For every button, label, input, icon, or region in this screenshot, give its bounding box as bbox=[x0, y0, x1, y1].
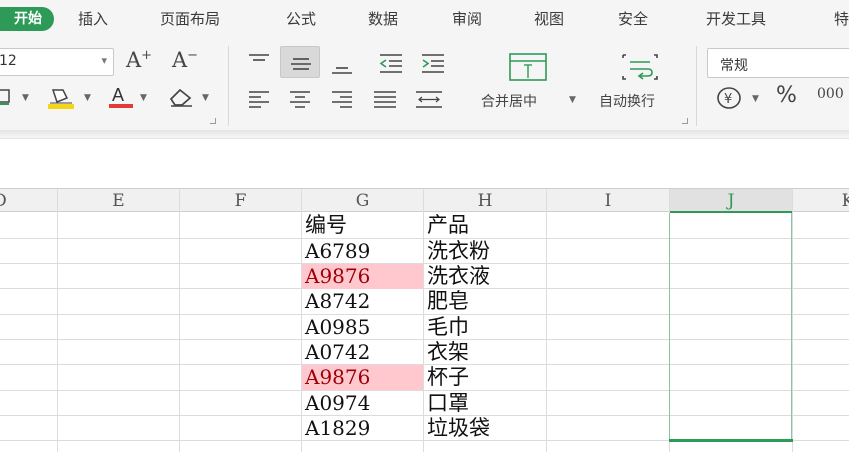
column-header-e[interactable]: E bbox=[58, 191, 179, 211]
font-size-field[interactable]: 12 ▾ bbox=[0, 48, 114, 76]
fill-color-dropdown-icon[interactable]: ▼ bbox=[84, 93, 91, 103]
align-center-icon[interactable] bbox=[280, 82, 320, 114]
code-cell[interactable]: A6789 bbox=[302, 239, 423, 264]
number-format-value: 常规 bbox=[720, 58, 748, 74]
align-bottom-icon[interactable] bbox=[322, 48, 362, 80]
tab-review[interactable]: 审阅 bbox=[452, 8, 482, 30]
merge-center-label[interactable]: 合并居中 bbox=[481, 91, 537, 111]
divider bbox=[696, 46, 697, 126]
code-cell-duplicate[interactable]: A9876 bbox=[302, 264, 423, 289]
eraser-dropdown-icon[interactable]: ▼ bbox=[202, 93, 209, 103]
tab-insert[interactable]: 插入 bbox=[78, 8, 108, 30]
alignment-dialog-launcher-icon[interactable] bbox=[682, 118, 688, 124]
product-cell[interactable]: 衣架 bbox=[424, 340, 546, 365]
align-top-icon[interactable] bbox=[239, 46, 279, 78]
column-header-f[interactable]: F bbox=[180, 191, 301, 211]
header-cell-code[interactable]: 编号 bbox=[302, 213, 423, 238]
product-cell[interactable]: 口罩 bbox=[424, 391, 546, 416]
tab-page-layout[interactable]: 页面布局 bbox=[160, 8, 220, 30]
product-cell[interactable]: 杯子 bbox=[424, 365, 546, 390]
code-cell-duplicate[interactable]: A9876 bbox=[302, 365, 423, 390]
number-format-field[interactable]: 常规 bbox=[707, 48, 849, 78]
column-header-d[interactable]: D bbox=[0, 191, 8, 211]
tab-start[interactable]: 开始 bbox=[0, 7, 54, 31]
product-cell[interactable]: 洗衣液 bbox=[424, 264, 546, 289]
header-cell-product[interactable]: 产品 bbox=[424, 213, 546, 238]
code-cell[interactable]: A0974 bbox=[302, 391, 423, 416]
thousands-icon[interactable]: 000 bbox=[817, 84, 844, 104]
align-right-icon[interactable] bbox=[322, 82, 362, 114]
tab-formulas[interactable]: 公式 bbox=[286, 8, 316, 30]
tab-security[interactable]: 安全 bbox=[618, 8, 648, 30]
fill-color-icon[interactable] bbox=[46, 86, 76, 115]
code-cell[interactable]: A1829 bbox=[302, 416, 423, 441]
wrap-text-label[interactable]: 自动换行 bbox=[599, 91, 655, 111]
product-cell[interactable]: 洗衣粉 bbox=[424, 239, 546, 264]
column-header-bar: D E F G H I J K bbox=[0, 188, 849, 213]
column-header-j[interactable]: J bbox=[670, 191, 792, 211]
product-cell[interactable]: 肥皂 bbox=[424, 289, 546, 314]
currency-icon[interactable]: ¥ bbox=[716, 86, 744, 115]
tab-view[interactable]: 视图 bbox=[534, 8, 564, 30]
font-color-dropdown-icon[interactable]: ▼ bbox=[140, 93, 147, 103]
svg-text:¥: ¥ bbox=[724, 92, 732, 107]
wrap-text-icon[interactable] bbox=[620, 52, 660, 87]
divider bbox=[228, 46, 229, 126]
merge-center-icon[interactable] bbox=[508, 52, 548, 87]
border-dropdown-icon[interactable]: ▼ bbox=[22, 93, 29, 103]
product-cell[interactable]: 毛巾 bbox=[424, 315, 546, 340]
column-header-h[interactable]: H bbox=[424, 191, 546, 211]
align-left-icon[interactable] bbox=[239, 82, 279, 114]
selected-column-j[interactable] bbox=[669, 213, 792, 442]
product-cell[interactable]: 垃圾袋 bbox=[424, 416, 546, 441]
merge-center-dropdown-icon[interactable]: ▼ bbox=[569, 95, 576, 105]
column-header-i[interactable]: I bbox=[547, 191, 669, 211]
code-cell[interactable]: A8742 bbox=[302, 289, 423, 314]
border-icon[interactable] bbox=[0, 88, 12, 111]
font-dialog-launcher-icon[interactable] bbox=[210, 118, 216, 124]
tab-developer[interactable]: 开发工具 bbox=[706, 8, 766, 30]
selection-border bbox=[669, 439, 793, 442]
font-size-value: 12 bbox=[0, 53, 17, 69]
code-cell[interactable]: A0742 bbox=[302, 340, 423, 365]
increase-indent-icon[interactable] bbox=[412, 46, 452, 78]
column-header-k[interactable]: K bbox=[840, 191, 849, 211]
formula-bar-area bbox=[0, 138, 849, 186]
column-header-g[interactable]: G bbox=[302, 191, 423, 211]
svg-text:A: A bbox=[112, 85, 124, 105]
code-cell[interactable]: A0985 bbox=[302, 315, 423, 340]
justify-icon[interactable] bbox=[364, 82, 404, 114]
worksheet-grid[interactable]: 编号 产品 A6789 洗衣粉 A9876 洗衣液 A8742 肥皂 A0985… bbox=[0, 213, 849, 452]
menu-bar: 开始 插入 页面布局 公式 数据 审阅 视图 安全 开发工具 特 bbox=[0, 0, 849, 40]
grow-font-icon[interactable]: A+ bbox=[126, 48, 152, 72]
tab-special[interactable]: 特 bbox=[834, 8, 849, 30]
font-size-dropdown-icon[interactable]: ▾ bbox=[101, 54, 107, 67]
eraser-icon[interactable] bbox=[168, 86, 194, 113]
align-middle-icon[interactable] bbox=[280, 46, 320, 78]
tab-data[interactable]: 数据 bbox=[368, 8, 398, 30]
font-color-icon[interactable]: A bbox=[108, 84, 134, 115]
currency-dropdown-icon[interactable]: ▼ bbox=[752, 94, 759, 104]
shrink-font-icon[interactable]: A− bbox=[172, 48, 198, 72]
decrease-indent-icon[interactable] bbox=[370, 46, 410, 78]
percent-icon[interactable]: % bbox=[776, 85, 797, 107]
ribbon-shadow bbox=[0, 130, 849, 138]
distributed-icon[interactable] bbox=[406, 82, 446, 114]
